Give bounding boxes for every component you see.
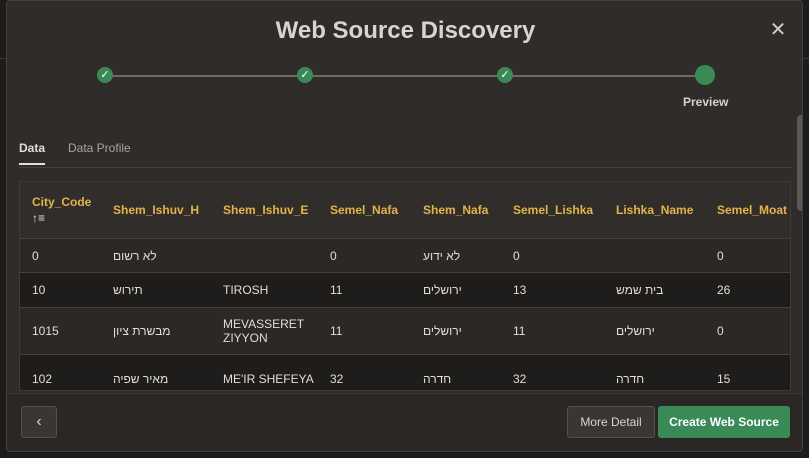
tab-data[interactable]: Data (19, 141, 46, 165)
step-4-current-marker (695, 65, 715, 85)
active-tab-underline (19, 163, 46, 165)
data-grid[interactable]: City_Code ↑≡ Shem_Ishuv_H Shem_Ishuv_E S… (19, 181, 791, 391)
table-cell: 26 (705, 272, 790, 308)
table-cell (211, 238, 318, 273)
dialog-title: Web Source Discovery (275, 17, 536, 44)
column-header-semel-lishka[interactable]: Semel_Lishka (501, 182, 604, 239)
table-cell: 13 (501, 272, 604, 308)
table-cell: 0 (501, 238, 604, 273)
table-cell: 11 (501, 307, 604, 355)
table-cell: ירושלים (604, 307, 705, 355)
create-web-source-button[interactable]: Create Web Source (658, 406, 790, 438)
tab-bar: Data Data Profile (7, 141, 802, 169)
table-cell: ME'IR SHEFEYA (211, 354, 318, 390)
table-row: 10 תירוש TIROSH 11 ירושלים 13 בית שמש 26 (20, 272, 790, 308)
table-cell: ירושלים (411, 272, 501, 308)
web-source-discovery-dialog: Web Source Discovery ✕ ✓ ✓ ✓ Preview Dat… (6, 0, 803, 452)
tab-data-profile-label: Data Profile (68, 141, 131, 155)
table-cell: 0 (705, 238, 790, 273)
back-button[interactable]: ‹ (21, 406, 57, 438)
close-icon[interactable]: ✕ (769, 20, 787, 40)
column-header-shem-ishuv-e[interactable]: Shem_Ishuv_E (211, 182, 318, 239)
table-cell: 32 (318, 354, 411, 390)
tab-data-label: Data (19, 141, 46, 155)
table-cell: חדרה (604, 354, 705, 390)
table-cell: מאיר שפיה (101, 354, 211, 390)
table-row: 0 לא רשום 0 לא ידוע 0 0 (20, 238, 790, 273)
table-cell: MEVASSERET ZIYYON (211, 307, 318, 355)
column-header-city-code[interactable]: City_Code ↑≡ (20, 182, 101, 239)
tab-divider (19, 167, 792, 168)
table-cell: לא ידוע (411, 238, 501, 273)
table-cell: ירושלים (411, 307, 501, 355)
table-cell: חדרה (411, 354, 501, 390)
header-row: City_Code ↑≡ Shem_Ishuv_H Shem_Ishuv_E S… (20, 182, 790, 239)
table-row: 1015 מבשרת ציון MEVASSERET ZIYYON 11 ירו… (20, 307, 790, 355)
table-cell: תירוש (101, 272, 211, 308)
table-cell: 32 (501, 354, 604, 390)
table-cell (604, 238, 705, 273)
table-cell: לא רשום (101, 238, 211, 273)
dialog-footer: ‹ More Detail Create Web Source (7, 393, 802, 451)
table-cell: מבשרת ציון (101, 307, 211, 355)
table-cell: 0 (20, 238, 101, 273)
column-header-lishka-name[interactable]: Lishka_Name (604, 182, 705, 239)
column-header-shem-nafa[interactable]: Shem_Nafa (411, 182, 501, 239)
table-cell: 102 (20, 354, 101, 390)
sort-ascending-icon[interactable]: ↑≡ (32, 211, 101, 225)
chevron-left-icon: ‹ (36, 413, 42, 430)
column-header-semel-nafa[interactable]: Semel_Nafa (318, 182, 411, 239)
vertical-scrollbar[interactable] (797, 115, 802, 211)
table-cell: 15 (705, 354, 790, 390)
table-cell: 11 (318, 272, 411, 308)
table-cell: 0 (705, 307, 790, 355)
table-cell: 11 (318, 307, 411, 355)
progress-line (111, 75, 301, 77)
column-header-semel-moat[interactable]: Semel_Moat (705, 182, 790, 239)
data-table: City_Code ↑≡ Shem_Ishuv_H Shem_Ishuv_E S… (20, 182, 790, 390)
progress-line (511, 75, 701, 77)
table-cell: 0 (318, 238, 411, 273)
wizard-progress: ✓ ✓ ✓ Preview (7, 61, 802, 117)
step-1-check-icon: ✓ (97, 67, 113, 83)
more-detail-button[interactable]: More Detail (567, 406, 655, 438)
step-preview-label: Preview (683, 95, 729, 109)
table-cell: TIROSH (211, 272, 318, 308)
table-cell: 1015 (20, 307, 101, 355)
table-cell: 10 (20, 272, 101, 308)
column-header-label: City_Code (32, 195, 92, 209)
table-cell: בית שמש (604, 272, 705, 308)
table-row: 102 מאיר שפיה ME'IR SHEFEYA 32 חדרה 32 ח… (20, 354, 790, 390)
step-2-check-icon: ✓ (297, 67, 313, 83)
tab-data-profile[interactable]: Data Profile (68, 141, 131, 155)
step-3-check-icon: ✓ (497, 67, 513, 83)
progress-line (311, 75, 501, 77)
column-header-shem-ishuv-h[interactable]: Shem_Ishuv_H (101, 182, 211, 239)
